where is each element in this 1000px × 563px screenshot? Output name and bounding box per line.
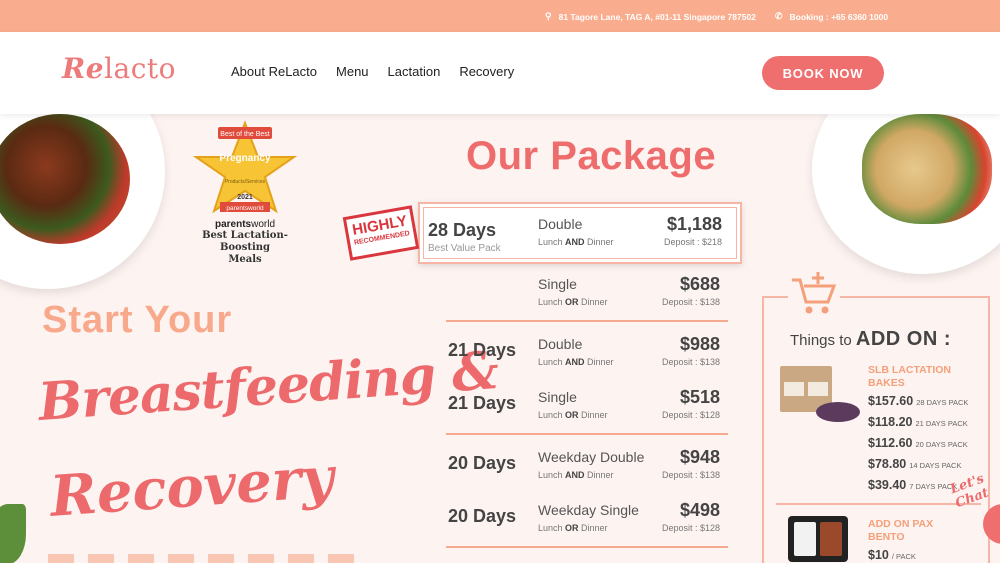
package-row[interactable]: 20 Days Weekday Single Lunch OR Dinner $… <box>446 492 728 548</box>
award-star-icon: Best of the Best Pregnancy Products/Serv… <box>192 120 298 214</box>
package-price: $498 <box>679 500 720 520</box>
main-nav: About ReLacto Menu Lactation Recovery <box>231 64 514 79</box>
package-days: 21 Days <box>448 340 517 360</box>
package-row[interactable]: 28 Days Best Value Pack Double Lunch AND … <box>426 206 722 262</box>
highly-recommended-stamp: HIGHLY RECOMMENDED <box>342 205 420 261</box>
award-star-title: Pregnancy <box>219 153 271 164</box>
package-meal: Lunch OR Dinner <box>538 297 608 307</box>
bakes-price-20: $112.60 20 DAYS PACK <box>868 436 968 450</box>
address-text: 81 Tagore Lane, TAG A, #01-11 Singapore … <box>558 11 756 22</box>
lactation-bakes-image <box>780 366 862 426</box>
slb-bakes-title[interactable]: SLB LACTATION BAKES <box>868 364 951 390</box>
package-days: 20 Days <box>448 453 517 473</box>
nav-about[interactable]: About ReLacto <box>231 64 317 79</box>
award-banner: parentsworld <box>226 205 264 212</box>
package-type: Single <box>538 389 577 405</box>
package-deposit: Deposit : $218 <box>663 237 722 247</box>
package-meal: Lunch AND Dinner <box>538 237 614 247</box>
package-price: $688 <box>679 274 720 294</box>
package-type: Weekday Double <box>538 449 645 465</box>
package-row[interactable]: 20 Days Weekday Double Lunch AND Dinner … <box>446 439 728 495</box>
package-deposit: Deposit : $138 <box>661 297 720 307</box>
book-now-button[interactable]: BOOK NOW <box>762 56 884 90</box>
award-star-sub: Products/Services <box>225 179 266 185</box>
package-days: 28 Days Best Value Pack <box>428 220 501 254</box>
booking-phone-text[interactable]: Booking : +65 6360 1000 <box>790 12 889 22</box>
package-price: $988 <box>679 334 720 354</box>
award-year: 2021 <box>237 194 253 201</box>
bakes-price-28: $157.60 28 DAYS PACK <box>868 394 969 408</box>
food-plate-image-left <box>0 114 165 289</box>
package-price: $518 <box>679 387 720 407</box>
addon-divider <box>776 503 981 505</box>
address-info: ⚲ 81 Tagore Lane, TAG A, #01-11 Singapor… <box>545 11 756 22</box>
package-row[interactable]: 21 Days Single Lunch OR Dinner $518 Depo… <box>446 379 728 435</box>
package-deposit: Deposit : $138 <box>661 470 720 480</box>
top-info-bar: ⚲ 81 Tagore Lane, TAG A, #01-11 Singapor… <box>0 0 1000 32</box>
package-deposit: Deposit : $128 <box>661 410 720 420</box>
bakes-price-7: $39.40 7 DAYS PACK <box>868 478 958 492</box>
phone-icon: ✆ <box>775 11 783 21</box>
package-row[interactable]: 21 Days Double Lunch AND Dinner $988 Dep… <box>446 326 728 382</box>
package-type: Double <box>538 216 583 232</box>
location-pin-icon: ⚲ <box>545 11 552 21</box>
logo-re: Re <box>62 52 105 85</box>
package-row[interactable]: Single Lunch OR Dinner $688 Deposit : $1… <box>446 266 728 322</box>
package-deposit: Deposit : $128 <box>661 523 720 533</box>
food-plate-image-right <box>812 114 1000 274</box>
parentsworld-brand: parentsworld <box>214 219 276 230</box>
package-meal: Lunch OR Dinner <box>538 523 608 533</box>
package-days: 20 Days <box>448 506 517 526</box>
bento-price: $10/ PACK <box>868 548 916 562</box>
package-deposit: Deposit : $138 <box>661 357 720 367</box>
hero-script-breastfeeding: Breastfeeding & <box>36 340 500 433</box>
package-price: $1,188 <box>666 214 722 234</box>
hero-cut-off-text <box>48 554 368 563</box>
relacto-logo[interactable]: Relacto <box>62 52 176 85</box>
bakes-price-14: $78.80 14 DAYS PACK <box>868 457 962 471</box>
booking-info[interactable]: ✆ Booking : +65 6360 1000 <box>775 11 888 22</box>
award-ribbon-text: Best of the Best <box>220 131 269 138</box>
leaf-decoration <box>0 504 26 563</box>
package-type: Single <box>538 276 577 292</box>
nav-recovery[interactable]: Recovery <box>459 64 514 79</box>
award-badge: Best of the Best Pregnancy Products/Serv… <box>180 119 310 266</box>
package-meal: Lunch AND Dinner <box>538 357 614 367</box>
hero-section: Best of the Best Pregnancy Products/Serv… <box>0 114 1000 563</box>
package-meal: Lunch OR Dinner <box>538 410 608 420</box>
package-title: Our Package <box>466 134 717 178</box>
logo-rest: lacto <box>104 52 177 85</box>
bakes-price-21: $118.20 21 DAYS PACK <box>868 415 968 429</box>
nav-menu[interactable]: Menu <box>336 64 369 79</box>
nav-lactation[interactable]: Lactation <box>388 64 441 79</box>
site-header: Relacto About ReLacto Menu Lactation Rec… <box>0 32 1000 114</box>
hero-start-your: Start Your <box>42 299 233 341</box>
package-price: $948 <box>679 447 720 467</box>
package-type: Weekday Single <box>538 502 639 518</box>
bento-title[interactable]: ADD ON PAX BENTO <box>868 518 933 544</box>
bento-image <box>788 516 848 562</box>
hero-script-recovery: Recovery <box>48 444 336 530</box>
package-type: Double <box>538 336 583 352</box>
cart-plus-icon <box>788 270 840 318</box>
things-to-add-on-heading: Things to ADD ON : <box>790 328 951 350</box>
package-meal: Lunch AND Dinner <box>538 470 614 480</box>
add-on-panel: Things to ADD ON : SLB LACTATION BAKES $1… <box>762 270 990 563</box>
package-days: 21 Days <box>448 393 517 413</box>
award-caption: Best Lactation-Boosting Meals <box>202 230 288 265</box>
